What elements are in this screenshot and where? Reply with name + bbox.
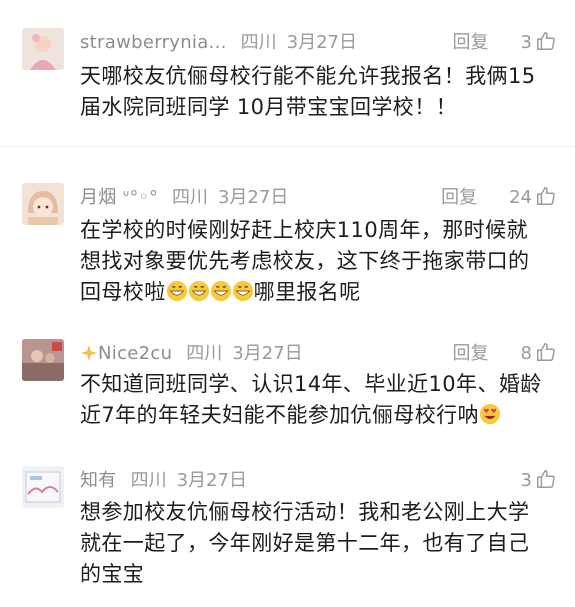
reply-button[interactable]: 回复 bbox=[453, 339, 489, 369]
comment-text-line-with-emoji: 回母校啦 哪里报名呢 bbox=[80, 277, 553, 308]
avatar[interactable] bbox=[22, 183, 64, 225]
comment-date: 3月27日 bbox=[232, 343, 303, 364]
grin-emoji-icon bbox=[210, 280, 231, 302]
comment-text-line: 在学校的时候刚好赶上校庆110周年，那时候就 bbox=[80, 218, 528, 242]
username[interactable]: 月烟 bbox=[80, 187, 117, 208]
like-count: 8 bbox=[520, 343, 532, 364]
comment-item: strawberrynia... 四川 3月27日 回复 3 天哪校友伉俪母校行能不能… bbox=[0, 28, 575, 138]
comment-text-line-with-emoji: 近7年的年轻夫妇能不能参加伉俪母校行呐 bbox=[80, 400, 553, 431]
location: 四川 bbox=[186, 343, 223, 364]
thumbs-up-icon[interactable] bbox=[535, 468, 557, 490]
comment-item: 月烟 ᐡ°◦° 四川 3月27日 回复 24 在学校的时候刚好赶上校庆110周年，那时… bbox=[0, 183, 575, 318]
reply-button[interactable]: 回复 bbox=[453, 28, 489, 58]
avatar[interactable] bbox=[22, 339, 64, 381]
comment-meta: 知有 四川 3月27日 bbox=[80, 466, 575, 496]
comment-date: 3月27日 bbox=[217, 187, 289, 208]
comment-text-line: 的宝宝 bbox=[80, 562, 145, 586]
divider bbox=[0, 146, 575, 147]
star-icon bbox=[80, 344, 98, 362]
username-decoration: ᐡ°◦° bbox=[122, 187, 158, 208]
comment-text-line: 不知道同班同学、认识14年、毕业近10年、婚龄 bbox=[80, 372, 542, 396]
comment-date: 3月27日 bbox=[176, 470, 247, 491]
like-count: 3 bbox=[520, 470, 532, 491]
comment-actions: 回复 3 bbox=[453, 28, 557, 58]
comment-actions: 3 bbox=[521, 466, 557, 496]
username[interactable]: 知有 bbox=[80, 470, 117, 491]
comment-text-line: 想找对象要优先考虑校友，这下终于拖家带口的 bbox=[80, 249, 530, 273]
comment-item: Nice2cu 四川 3月27日 回复 8 不知道同班同学、认识14年、毕业近10年、… bbox=[0, 339, 575, 439]
grin-emoji-icon bbox=[232, 280, 253, 302]
location: 四川 bbox=[240, 32, 277, 53]
grin-emoji-icon bbox=[166, 280, 187, 302]
comment-text-line: 就在一起了，今年刚好是第十二年，也有了自己 bbox=[80, 531, 530, 555]
comment-text-line: 届水院同班同学 10月带宝宝回学校！！ bbox=[80, 95, 457, 119]
username[interactable]: strawberrynia... bbox=[80, 32, 227, 53]
username[interactable]: Nice2cu bbox=[98, 343, 172, 364]
thumbs-up-icon[interactable] bbox=[535, 30, 557, 52]
like-count: 3 bbox=[520, 32, 532, 53]
comment-item: 知有 四川 3月27日 3 想参加校友伉俪母校行活动！我和老公刚上大学 就在一起了，… bbox=[0, 466, 575, 601]
comment-text-segment: 近7年的年轻夫妇能不能参加伉俪母校行呐 bbox=[80, 403, 479, 427]
comment-text: 想参加校友伉俪母校行活动！我和老公刚上大学 就在一起了，今年刚好是第十二年，也有… bbox=[80, 497, 553, 590]
reply-button[interactable]: 回复 bbox=[441, 183, 477, 213]
comment-actions: 回复 24 bbox=[441, 183, 557, 213]
comment-text: 天哪校友伉俪母校行能不能允许我报名！我俩15 届水院同班同学 10月带宝宝回学校… bbox=[80, 61, 553, 123]
location: 四川 bbox=[171, 187, 208, 208]
comment-text-segment: 哪里报名呢 bbox=[253, 280, 361, 304]
comment-text-segment: 回母校啦 bbox=[80, 280, 166, 304]
like-count: 24 bbox=[509, 187, 532, 208]
location: 四川 bbox=[130, 470, 167, 491]
comment-text-line: 想参加校友伉俪母校行活动！我和老公刚上大学 bbox=[80, 500, 530, 524]
avatar[interactable] bbox=[22, 28, 64, 70]
thumbs-up-icon[interactable] bbox=[535, 185, 557, 207]
comment-text-line: 天哪校友伉俪母校行能不能允许我报名！我俩15 bbox=[80, 64, 536, 88]
comment-text: 不知道同班同学、认识14年、毕业近10年、婚龄 近7年的年轻夫妇能不能参加伉俪母… bbox=[80, 369, 553, 431]
comment-date: 3月27日 bbox=[286, 32, 357, 53]
comment-actions: 回复 8 bbox=[453, 339, 557, 369]
heart-eyes-emoji-icon bbox=[479, 403, 501, 425]
thumbs-up-icon[interactable] bbox=[535, 341, 557, 363]
grin-emoji-icon bbox=[188, 280, 209, 302]
avatar[interactable] bbox=[22, 466, 64, 508]
comment-text: 在学校的时候刚好赶上校庆110周年，那时候就 想找对象要优先考虑校友，这下终于拖… bbox=[80, 215, 553, 308]
